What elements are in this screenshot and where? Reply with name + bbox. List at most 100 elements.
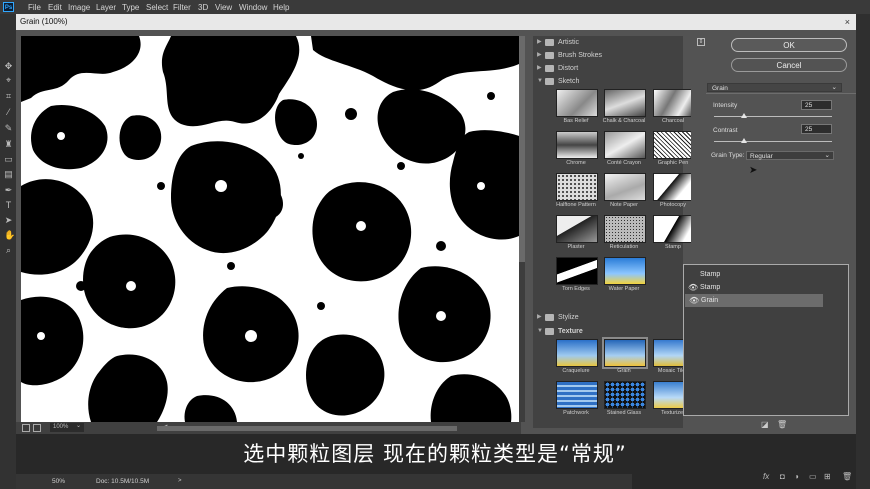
status-zoom[interactable]: 50% — [52, 474, 65, 489]
video-subtitle: 选中颗粒图层 现在的颗粒类型是“常规” — [243, 442, 627, 466]
contrast-input[interactable]: 25 — [801, 124, 832, 134]
filter-type-select[interactable]: Grain ⌄ — [707, 83, 842, 92]
zoom-tool-icon[interactable]: ⌕ — [4, 246, 13, 255]
cancel-button[interactable]: Cancel — [731, 58, 847, 72]
expand-arrow-icon: ▶ — [537, 65, 542, 71]
dialog-titlebar: Grain (100%) × — [16, 14, 856, 30]
folder-icon — [545, 328, 554, 335]
filter-thumb-plaster[interactable]: Plaster — [556, 215, 600, 259]
category-brush-strokes[interactable]: ▶ Brush Strokes — [533, 49, 683, 62]
zoom-select[interactable]: 100% ⌄ — [50, 423, 84, 432]
visibility-eye-icon[interactable]: 👁 — [689, 294, 699, 307]
ok-button[interactable]: OK — [731, 38, 847, 52]
mask-icon[interactable]: ◘ — [780, 472, 785, 481]
preview-vertical-scrollbar[interactable] — [519, 36, 525, 422]
category-sketch[interactable]: ▼ Sketch — [533, 75, 683, 88]
filter-thumb-grain[interactable]: Grain — [602, 337, 648, 383]
folder-icon[interactable]: ▭ — [809, 472, 817, 481]
menu-edit[interactable]: Edit — [48, 3, 62, 12]
menu-type[interactable]: Type — [122, 3, 139, 12]
menu-window[interactable]: Window — [239, 3, 267, 12]
intensity-input[interactable]: 25 — [801, 100, 832, 110]
preview-horizontal-scrollbar[interactable] — [157, 426, 457, 431]
pen-tool-icon[interactable]: ✒ — [4, 186, 13, 195]
zoom-value: 100% — [53, 424, 69, 430]
expand-arrow-icon: ▶ — [537, 39, 542, 45]
crop-tool-icon[interactable]: ⌗ — [4, 92, 13, 101]
category-distort[interactable]: ▶ Distort — [533, 62, 683, 75]
category-artistic[interactable]: ▶ Artistic — [533, 36, 683, 49]
effect-layer-row[interactable]: 👁 Stamp — [684, 281, 848, 294]
move-tool-icon[interactable]: ✥ — [4, 62, 13, 71]
effect-layer-row-selected[interactable]: 👁 Grain — [685, 294, 823, 307]
zoom-out-button[interactable] — [22, 424, 30, 432]
menu-layer[interactable]: Layer — [96, 3, 116, 12]
folder-icon — [545, 39, 554, 46]
eyedropper-tool-icon[interactable]: ⁄ — [4, 108, 13, 117]
menu-help[interactable]: Help — [273, 3, 289, 12]
trash-icon[interactable]: 🗑 — [842, 472, 852, 481]
filter-thumb-patchwork[interactable]: Patchwork — [556, 381, 600, 425]
filter-thumb-torn-edges[interactable]: Torn Edges — [556, 257, 600, 301]
hand-tool-icon[interactable]: ✋ — [4, 231, 15, 240]
filter-thumb-note-paper[interactable]: Note Paper — [604, 173, 648, 217]
expand-arrow-icon: ▶ — [537, 52, 542, 58]
category-stylize[interactable]: ▶ Stylize — [533, 311, 683, 324]
divider — [706, 93, 856, 94]
filter-thumb-reticulation[interactable]: Reticulation — [604, 215, 648, 259]
folder-icon — [545, 52, 554, 59]
dialog-title: Grain (100%) — [20, 17, 68, 26]
zoom-in-button[interactable] — [33, 424, 41, 432]
path-select-tool-icon[interactable]: ➤ — [4, 216, 13, 225]
intensity-slider-handle[interactable] — [740, 113, 747, 118]
menu-filter[interactable]: Filter — [173, 3, 191, 12]
photoshop-logo: Ps — [3, 2, 14, 12]
menu-view[interactable]: View — [215, 3, 232, 12]
filter-select-value: Grain — [712, 85, 728, 92]
status-doc-size: Doc: 10.5M/10.5M — [96, 478, 150, 485]
collapse-arrow-icon: ▼ — [537, 328, 543, 334]
visibility-eye-icon[interactable]: 👁 — [688, 281, 698, 294]
collapse-arrow-icon: ▼ — [537, 78, 543, 84]
menu-file[interactable]: File — [28, 3, 41, 12]
intensity-slider[interactable] — [714, 116, 832, 117]
effect-layers-list: Stamp 👁 Stamp 👁 Grain — [683, 264, 849, 416]
contrast-slider-handle[interactable] — [740, 138, 747, 143]
collapse-gallery-icon[interactable]: ⇕ — [697, 38, 705, 46]
status-menu-icon[interactable]: > — [178, 474, 182, 489]
filter-thumb-conte-crayon[interactable]: Conté Crayon — [604, 131, 648, 175]
tools-panel: ✥ ⌖ ⌗ ⁄ ✎ ♜ ▭ ▤ ✒ T ➤ ✋ ⌕ — [0, 14, 16, 489]
filter-thumb-chrome[interactable]: Chrome — [556, 131, 600, 175]
new-effect-layer-icon[interactable]: ◪ — [761, 420, 769, 429]
type-tool-icon[interactable]: T — [4, 201, 13, 210]
lasso-tool-icon[interactable]: ⌖ — [4, 76, 13, 85]
effect-layer-row[interactable]: Stamp — [684, 268, 848, 281]
contrast-label: Contrast — [713, 127, 738, 134]
grain-type-select[interactable]: Regular ⌄ — [746, 151, 834, 160]
filter-preview[interactable] — [21, 36, 519, 422]
stamp-tool-icon[interactable]: ♜ — [4, 140, 13, 149]
filter-thumb-chalk-charcoal[interactable]: Chalk & Charcoal — [603, 89, 648, 133]
adjustment-layer-icon[interactable]: ◑ — [794, 472, 799, 481]
filter-thumb-stained-glass[interactable]: Stained Glass — [604, 381, 648, 425]
category-texture[interactable]: ▼ Texture — [533, 325, 683, 338]
filter-thumb-bas-relief[interactable]: Bas Relief — [556, 89, 600, 133]
filter-thumb-water-paper[interactable]: Water Paper — [604, 257, 648, 301]
contrast-slider[interactable] — [714, 141, 832, 142]
new-layer-icon[interactable]: ⊞ — [824, 472, 831, 481]
gradient-tool-icon[interactable]: ▤ — [4, 170, 13, 179]
filter-thumb-craquelure[interactable]: Craquelure — [556, 339, 600, 383]
filter-thumb-halftone-pattern[interactable]: Halftone Pattern — [556, 173, 600, 217]
grain-preview-image — [21, 36, 519, 422]
close-icon[interactable]: × — [845, 14, 850, 30]
fx-icon[interactable]: fx — [763, 472, 769, 481]
intensity-label: Intensity — [713, 102, 738, 109]
delete-effect-layer-icon[interactable]: 🗑 — [777, 420, 787, 429]
brush-tool-icon[interactable]: ✎ — [4, 124, 13, 133]
menu-3d[interactable]: 3D — [198, 3, 208, 12]
expand-arrow-icon: ▶ — [537, 314, 542, 320]
menu-select[interactable]: Select — [146, 3, 168, 12]
status-bar: 50% Doc: 10.5M/10.5M > — [16, 474, 632, 489]
eraser-tool-icon[interactable]: ▭ — [4, 155, 13, 164]
menu-image[interactable]: Image — [68, 3, 90, 12]
